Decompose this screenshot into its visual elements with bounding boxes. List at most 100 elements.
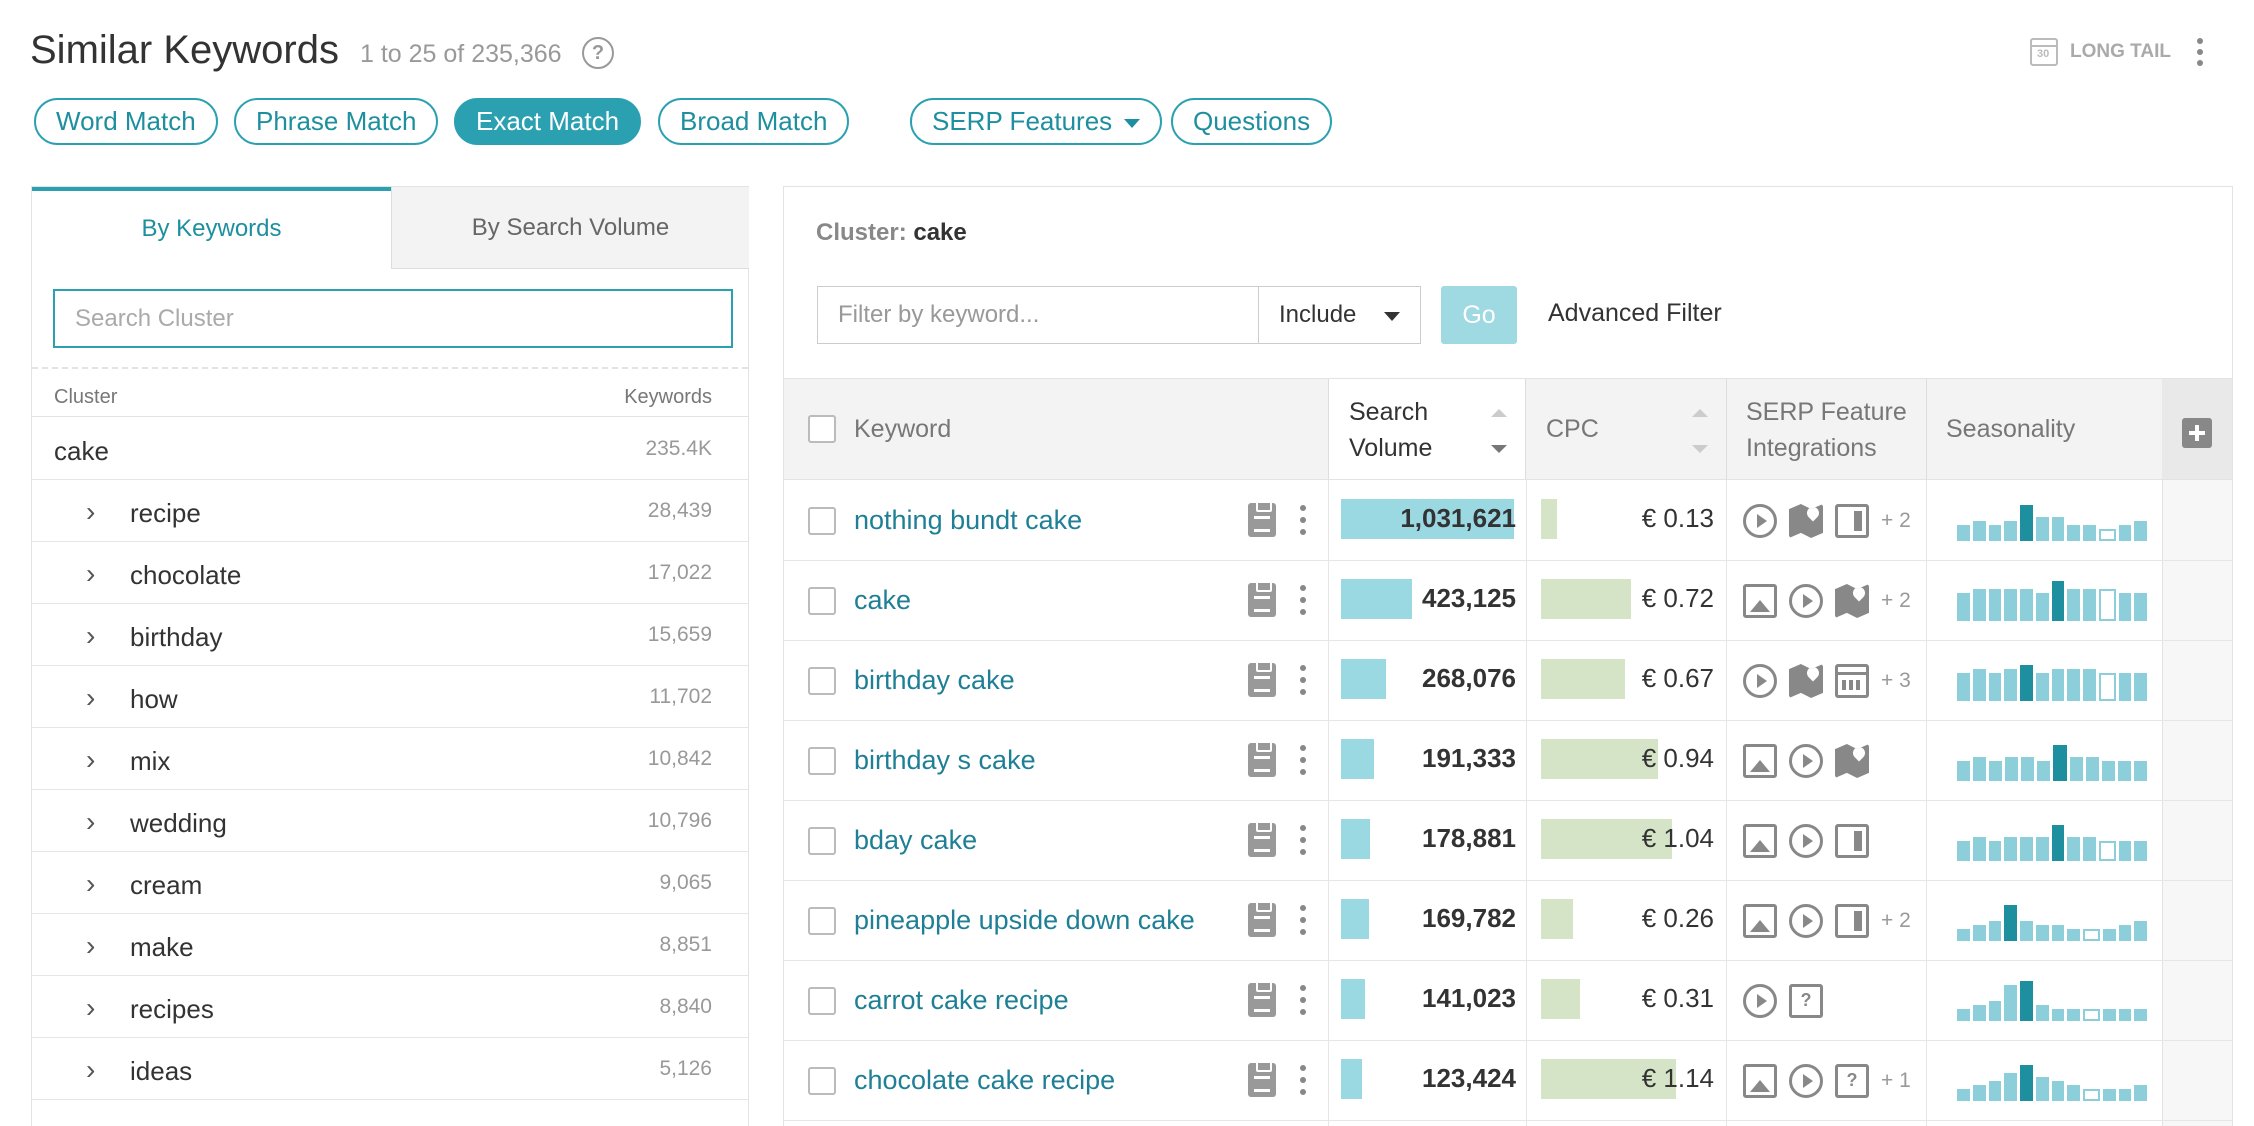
cluster-row[interactable]: › make 8,851 [32, 914, 748, 976]
row-menu-icon[interactable] [1300, 665, 1306, 695]
chevron-right-icon[interactable]: › [86, 620, 95, 652]
row-checkbox[interactable] [808, 827, 836, 855]
image-icon[interactable] [1743, 904, 1777, 938]
card-icon[interactable] [1835, 504, 1869, 538]
cluster-row[interactable]: › cream 9,065 [32, 852, 748, 914]
card-icon[interactable] [1835, 904, 1869, 938]
row-checkbox[interactable] [808, 1067, 836, 1095]
chevron-right-icon[interactable]: › [86, 930, 95, 962]
clipboard-icon[interactable] [1248, 901, 1276, 937]
image-icon[interactable] [1743, 584, 1777, 618]
cluster-row[interactable]: › ideas 5,126 [32, 1038, 748, 1100]
map-icon[interactable] [1789, 664, 1823, 698]
image-icon[interactable] [1743, 744, 1777, 778]
more-features-count[interactable]: + 1 [1881, 1069, 1911, 1093]
row-menu-icon[interactable] [1300, 905, 1306, 935]
keyword-link[interactable]: nothing bundt cake [854, 505, 1082, 536]
calendar-icon[interactable] [1835, 664, 1869, 698]
serp-features-dropdown[interactable]: SERP Features [910, 98, 1163, 145]
phrase-match-pill[interactable]: Phrase Match [234, 98, 439, 145]
cluster-row[interactable]: › chocolate 17,022 [32, 542, 748, 604]
keyword-link[interactable]: carrot cake recipe [854, 985, 1069, 1016]
more-features-count[interactable]: + 2 [1881, 589, 1911, 613]
map-icon[interactable] [1835, 744, 1869, 778]
cluster-row[interactable]: › birthday 15,659 [32, 604, 748, 666]
clipboard-icon[interactable] [1248, 501, 1276, 537]
word-match-pill[interactable]: Word Match [34, 98, 218, 145]
chevron-right-icon[interactable]: › [86, 558, 95, 590]
more-features-count[interactable]: + 3 [1881, 669, 1911, 693]
map-icon[interactable] [1835, 584, 1869, 618]
play-icon[interactable] [1743, 504, 1777, 538]
chevron-right-icon[interactable]: › [86, 682, 95, 714]
row-menu-icon[interactable] [1300, 825, 1306, 855]
select-all-checkbox[interactable] [808, 415, 836, 443]
chevron-right-icon[interactable]: › [86, 806, 95, 838]
play-icon[interactable] [1743, 664, 1777, 698]
play-icon[interactable] [1789, 1064, 1823, 1098]
clipboard-icon[interactable] [1248, 981, 1276, 1017]
long-tail-button[interactable]: 30 LONG TAIL [2030, 36, 2171, 68]
row-checkbox[interactable] [808, 987, 836, 1015]
cluster-row[interactable]: › how 11,702 [32, 666, 748, 728]
chevron-right-icon[interactable]: › [86, 992, 95, 1024]
play-icon[interactable] [1743, 984, 1777, 1018]
play-icon[interactable] [1789, 584, 1823, 618]
row-checkbox[interactable] [808, 907, 836, 935]
row-menu-icon[interactable] [1300, 985, 1306, 1015]
more-options-icon[interactable] [2196, 38, 2204, 66]
more-features-count[interactable]: + 2 [1881, 509, 1911, 533]
cluster-row[interactable]: cake 235.4K [32, 418, 748, 480]
cluster-row[interactable]: › recipe 28,439 [32, 480, 748, 542]
keyword-link[interactable]: birthday cake [854, 665, 1015, 696]
qa-icon[interactable]: ? [1789, 984, 1823, 1018]
clipboard-icon[interactable] [1248, 581, 1276, 617]
card-icon[interactable] [1835, 824, 1869, 858]
qa-icon[interactable]: ? [1835, 1064, 1869, 1098]
row-checkbox[interactable] [808, 667, 836, 695]
play-icon[interactable] [1789, 824, 1823, 858]
include-select[interactable]: Include [1258, 286, 1421, 344]
row-menu-icon[interactable] [1300, 745, 1306, 775]
keyword-link[interactable]: chocolate cake recipe [854, 1065, 1115, 1096]
image-icon[interactable] [1743, 1064, 1777, 1098]
keyword-link[interactable]: pineapple upside down cake [854, 905, 1195, 936]
chevron-right-icon[interactable]: › [86, 744, 95, 776]
advanced-filter-link[interactable]: Advanced Filter [1548, 299, 1722, 328]
tab-by-search-volume[interactable]: By Search Volume [391, 187, 749, 269]
column-cpc[interactable]: CPC [1526, 379, 1726, 479]
keyword-link[interactable]: bday cake [854, 825, 977, 856]
cluster-row[interactable]: › recipes 8,840 [32, 976, 748, 1038]
tab-by-keywords[interactable]: By Keywords [32, 187, 391, 269]
go-button[interactable]: Go [1441, 286, 1517, 344]
add-column-icon[interactable] [2182, 418, 2212, 448]
play-icon[interactable] [1789, 904, 1823, 938]
clipboard-icon[interactable] [1248, 661, 1276, 697]
row-menu-icon[interactable] [1300, 505, 1306, 535]
row-checkbox[interactable] [808, 587, 836, 615]
row-menu-icon[interactable] [1300, 585, 1306, 615]
row-checkbox[interactable] [808, 507, 836, 535]
chevron-right-icon[interactable]: › [86, 496, 95, 528]
clipboard-icon[interactable] [1248, 741, 1276, 777]
row-checkbox[interactable] [808, 747, 836, 775]
play-icon[interactable] [1789, 744, 1823, 778]
search-cluster-input[interactable] [53, 289, 733, 348]
image-icon[interactable] [1743, 824, 1777, 858]
chevron-right-icon[interactable]: › [86, 868, 95, 900]
keyword-link[interactable]: cake [854, 585, 911, 616]
broad-match-pill[interactable]: Broad Match [658, 98, 850, 145]
map-icon[interactable] [1789, 504, 1823, 538]
filter-keyword-input[interactable]: Filter by keyword... [817, 286, 1259, 344]
chevron-right-icon[interactable]: › [86, 1054, 95, 1086]
more-features-count[interactable]: + 2 [1881, 909, 1911, 933]
cluster-row[interactable]: › wedding 10,796 [32, 790, 748, 852]
keyword-link[interactable]: birthday s cake [854, 745, 1036, 776]
column-search-volume[interactable]: Search Volume [1328, 379, 1526, 479]
questions-pill[interactable]: Questions [1171, 98, 1333, 145]
row-menu-icon[interactable] [1300, 1065, 1306, 1095]
help-icon[interactable]: ? [582, 37, 614, 69]
cluster-row[interactable]: › mix 10,842 [32, 728, 748, 790]
clipboard-icon[interactable] [1248, 1061, 1276, 1097]
exact-match-pill[interactable]: Exact Match [454, 98, 642, 145]
